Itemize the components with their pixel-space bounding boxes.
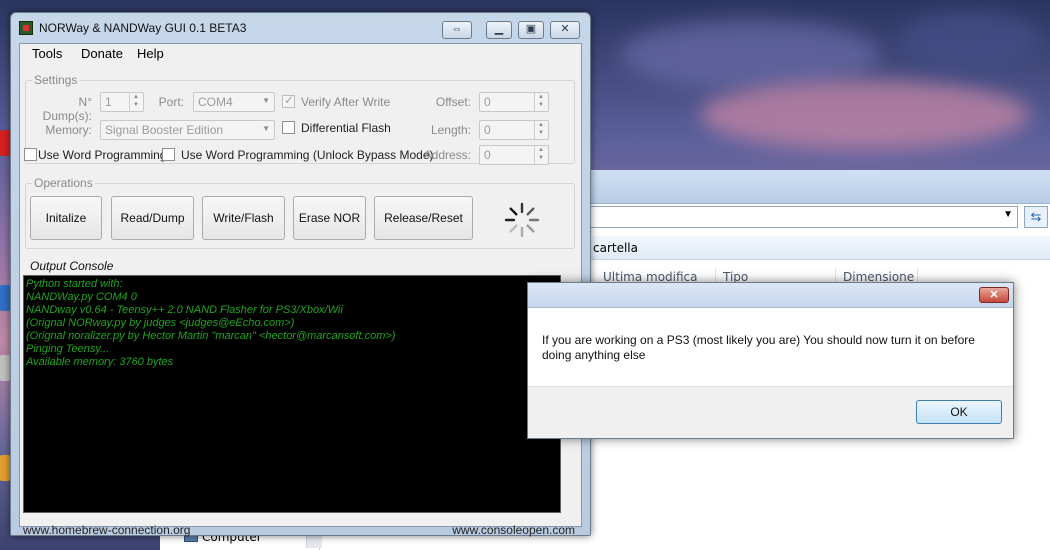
console-label: Output Console xyxy=(30,259,114,273)
offset-label: Offset: xyxy=(435,95,471,109)
chevron-down-icon[interactable]: ▼ xyxy=(1003,209,1013,220)
operations-group: Operations Initalize Read/Dump Write/Fla… xyxy=(25,176,575,249)
differential-checkbox[interactable] xyxy=(282,121,295,134)
verify-checkbox: ✓ xyxy=(282,93,295,108)
address-value: 0 xyxy=(484,148,491,162)
close-icon[interactable]: ✕ xyxy=(979,287,1009,303)
title-bar[interactable]: NORWay & NANDWay GUI 0.1 BETA3 ⇔ ▁ ▣ ✕ xyxy=(11,13,590,43)
homebrew-link[interactable]: www.homebrew-connection.org xyxy=(23,523,190,537)
menu-tools[interactable]: Tools xyxy=(32,46,62,61)
chevron-down-icon: ▼ xyxy=(262,124,270,133)
length-label: Length: xyxy=(430,123,471,137)
address-label: Address: xyxy=(423,148,471,162)
menu-help[interactable]: Help xyxy=(137,46,164,61)
console-line: Pinging Teensy... xyxy=(26,343,110,355)
desktop-icon[interactable] xyxy=(0,355,10,381)
desktop-icon[interactable] xyxy=(0,455,10,481)
word-prog-unlock-checkbox[interactable] xyxy=(162,148,175,161)
console-line: (Orignal noralizer.py by Hector Martin "… xyxy=(26,330,396,342)
console-line: Python started with: xyxy=(26,278,123,290)
menu-donate[interactable]: Donate xyxy=(81,46,123,61)
read-dump-button[interactable]: Read/Dump xyxy=(111,196,194,240)
desktop-icon[interactable] xyxy=(0,285,10,311)
n-dump-stepper: 1 xyxy=(100,92,144,112)
settings-group-label: Settings xyxy=(32,73,80,87)
offset-value: 0 xyxy=(484,95,491,109)
close-icon[interactable]: ✕ xyxy=(550,21,580,39)
stepper-arrows-icon xyxy=(534,121,548,139)
word-prog-label: Use Word Programming xyxy=(38,148,167,162)
n-dump-value: 1 xyxy=(105,95,112,109)
menu-bar: Tools Donate Help xyxy=(20,44,581,64)
window-client-area: Tools Donate Help Settings N° Dump(s): 1… xyxy=(19,43,582,537)
address-bar[interactable]: ▼ xyxy=(590,206,1018,228)
port-select: COM4 ▼ xyxy=(193,92,275,112)
memory-select: Signal Booster Edition ▼ xyxy=(100,120,275,140)
window-title: NORWay & NANDWay GUI 0.1 BETA3 xyxy=(39,21,247,35)
app-window: NORWay & NANDWay GUI 0.1 BETA3 ⇔ ▁ ▣ ✕ T… xyxy=(10,12,591,537)
verify-label: Verify After Write xyxy=(301,95,391,109)
dialog-title-bar[interactable]: ✕ xyxy=(528,283,1013,308)
console-line: (Orignal NORway.py by judges <judges@eEc… xyxy=(26,317,295,329)
differential-label: Differential Flash xyxy=(301,121,391,135)
ok-button[interactable]: OK xyxy=(916,400,1002,424)
maximize-icon[interactable]: ▣ xyxy=(518,21,544,39)
address-stepper: 0 xyxy=(479,145,549,165)
message-dialog: ✕ If you are working on a PS3 (most like… xyxy=(527,282,1014,439)
minimize-icon[interactable]: ▁ xyxy=(486,21,512,39)
release-reset-button[interactable]: Release/Reset xyxy=(374,196,473,240)
operations-group-label: Operations xyxy=(32,176,95,190)
console-line: NANDWay.py COM4 0 xyxy=(26,291,137,303)
desktop-icon[interactable] xyxy=(0,130,10,156)
offset-stepper: 0 xyxy=(479,92,549,112)
memory-label: Memory: xyxy=(45,123,92,137)
length-stepper: 0 xyxy=(479,120,549,140)
output-console[interactable]: Python started with: NANDWay.py COM4 0 N… xyxy=(23,275,561,513)
loading-spinner-icon xyxy=(504,202,540,238)
n-dump-label: N° Dump(s): xyxy=(42,95,92,123)
command-bar: cartella xyxy=(590,236,1050,260)
settings-group: Settings N° Dump(s): 1 Port: COM4 ▼ ✓ Ve… xyxy=(24,73,575,165)
stepper-arrows-icon xyxy=(534,93,548,111)
app-icon xyxy=(19,21,33,35)
word-prog-checkbox[interactable] xyxy=(24,148,37,161)
initialize-button[interactable]: Initalize xyxy=(30,196,102,240)
consoleopen-link[interactable]: www.consoleopen.com xyxy=(452,523,575,537)
port-value: COM4 xyxy=(198,95,233,109)
memory-value: Signal Booster Edition xyxy=(105,123,224,137)
refresh-icon[interactable]: ⇆ xyxy=(1024,206,1048,228)
checkmark-icon: ✓ xyxy=(284,93,295,107)
erase-nor-button[interactable]: Erase NOR xyxy=(293,196,366,240)
stepper-arrows-icon xyxy=(129,93,143,111)
console-line: Available memory: 3760 bytes xyxy=(26,356,174,368)
dialog-footer: OK xyxy=(528,386,1013,438)
length-value: 0 xyxy=(484,123,491,137)
restore-arrows-icon[interactable]: ⇔ xyxy=(442,21,472,39)
dialog-message: If you are working on a PS3 (most likely… xyxy=(542,333,975,362)
chevron-down-icon: ▼ xyxy=(262,96,270,105)
port-label: Port: xyxy=(158,95,184,109)
word-prog-unlock-label: Use Word Programming (Unlock Bypass Mode… xyxy=(181,148,434,162)
new-folder-command[interactable]: cartella xyxy=(593,241,638,255)
console-line: NANDway v0.64 - Teensy++ 2.0 NAND Flashe… xyxy=(26,304,343,316)
stepper-arrows-icon xyxy=(534,146,548,164)
write-flash-button[interactable]: Write/Flash xyxy=(202,196,285,240)
explorer-header xyxy=(590,170,1050,204)
